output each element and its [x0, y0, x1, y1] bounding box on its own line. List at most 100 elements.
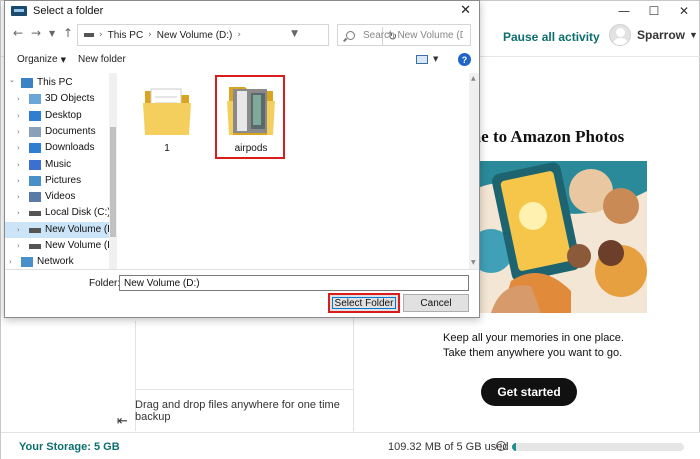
- nav-item-documents[interactable]: › Documents: [5, 124, 109, 140]
- minimize-icon[interactable]: —: [609, 1, 639, 21]
- folder-name-input[interactable]: [119, 275, 469, 291]
- breadcrumb-this-pc[interactable]: This PC: [108, 30, 144, 41]
- nav-item-videos[interactable]: › Videos: [5, 189, 109, 205]
- focus-ring: [332, 297, 396, 309]
- new-folder-button[interactable]: New folder: [78, 54, 126, 65]
- nav-item-desktop[interactable]: › Desktop: [5, 108, 109, 124]
- expand-right-icon[interactable]: ›: [17, 128, 20, 136]
- folder-icon: [143, 88, 191, 135]
- tagline-line-2: Take them anywhere you want to go.: [443, 347, 623, 359]
- welcome-heading: me to Amazon Photos: [467, 127, 625, 146]
- close-icon[interactable]: ✕: [460, 3, 471, 18]
- help-icon[interactable]: ?: [458, 53, 471, 66]
- up-arrow-icon[interactable]: ↑: [63, 26, 73, 40]
- cancel-button[interactable]: Cancel: [403, 294, 469, 312]
- pictures-icon: [29, 175, 41, 186]
- scroll-up-icon[interactable]: ▲: [471, 75, 476, 82]
- expand-right-icon[interactable]: ›: [17, 161, 20, 169]
- chevron-right-icon: ›: [148, 30, 152, 40]
- welcome-illustration: [471, 161, 647, 313]
- back-arrow-icon[interactable]: ←: [13, 26, 23, 40]
- folder-name: airpods: [234, 143, 268, 154]
- usage-text: 109.32 MB of 5 GB used: [388, 441, 509, 453]
- nav-pane-scrollbar[interactable]: [109, 73, 117, 269]
- chevron-down-icon: ▼: [689, 30, 698, 40]
- get-started-button[interactable]: Get started: [481, 378, 577, 406]
- organize-menu[interactable]: Organize ▼: [17, 54, 66, 65]
- expand-right-icon[interactable]: ›: [17, 112, 20, 120]
- search-icon: [346, 30, 355, 40]
- folder-row: Folder:: [5, 274, 479, 292]
- music-icon: [29, 159, 41, 170]
- maximize-icon[interactable]: ☐: [639, 1, 669, 21]
- nav-item-label: Videos: [45, 191, 76, 203]
- nav-item-label: Music: [45, 158, 72, 170]
- chevron-right-icon: ›: [99, 30, 103, 40]
- recent-locations-chevron-icon[interactable]: ▼: [49, 29, 55, 38]
- breadcrumb-new-volume[interactable]: New Volume (D:): [157, 30, 233, 41]
- search-box[interactable]: [337, 24, 471, 46]
- app-top-bar: Pause all activity Sparrow ▼: [481, 23, 700, 51]
- nav-item-new-volume-e[interactable]: › New Volume (E:): [5, 238, 109, 254]
- expand-right-icon[interactable]: ›: [17, 193, 20, 201]
- status-bar: Your Storage: 5 GB 109.32 MB of 5 GB use…: [1, 432, 700, 459]
- expand-right-icon[interactable]: ›: [17, 95, 20, 103]
- folder-item-airpods[interactable]: airpods: [219, 79, 283, 159]
- nav-item-new-volume-d[interactable]: › New Volume (D:: [5, 221, 109, 238]
- nav-item-label: Downloads: [45, 142, 95, 154]
- expand-right-icon[interactable]: ›: [17, 226, 20, 234]
- app-icon: [11, 6, 27, 16]
- scroll-down-icon[interactable]: ▼: [471, 259, 476, 266]
- folder-name: 1: [164, 143, 170, 154]
- file-list-pane: 1 airpods: [117, 73, 469, 269]
- close-icon[interactable]: ✕: [669, 1, 699, 21]
- select-folder-dialog: Select a folder ✕ ← → ▼ ↑ › This PC › Ne…: [4, 0, 480, 318]
- expand-right-icon[interactable]: ›: [17, 177, 20, 185]
- nav-item-local-disk-c[interactable]: › Local Disk (C:): [5, 205, 109, 221]
- dialog-title: Select a folder: [33, 5, 104, 17]
- chevron-down-icon[interactable]: ▼: [291, 29, 298, 39]
- scrollbar-thumb[interactable]: [110, 127, 116, 237]
- nav-item-pictures[interactable]: › Pictures: [5, 173, 109, 189]
- search-input[interactable]: [363, 29, 463, 41]
- nav-item-music[interactable]: › Music: [5, 157, 109, 173]
- address-bar[interactable]: › This PC › New Volume (D:) › ▼ ↻: [77, 24, 397, 46]
- storage-label: Your Storage: 5 GB: [19, 441, 120, 453]
- expand-right-icon[interactable]: ›: [17, 144, 20, 152]
- videos-icon: [29, 192, 41, 203]
- nav-item-label: Desktop: [45, 109, 82, 121]
- nav-item-3d-objects[interactable]: › 3D Objects: [5, 91, 109, 107]
- nav-item-network[interactable]: › Network: [5, 254, 109, 269]
- navigation-row: ← → ▼ ↑ › This PC › New Volume (D:) › ▼ …: [5, 23, 479, 47]
- folder-item-1[interactable]: 1: [135, 79, 199, 159]
- select-folder-button[interactable]: Select Folder: [328, 293, 400, 313]
- user-menu[interactable]: Sparrow ▼: [609, 24, 698, 46]
- navigation-pane: ⌄ This PC › 3D Objects › Desktop › Documents › Do…: [5, 73, 109, 269]
- expand-right-icon[interactable]: ›: [17, 242, 20, 250]
- chevron-down-icon: ▼: [60, 56, 66, 64]
- drive-icon: [29, 227, 41, 233]
- nav-item-downloads[interactable]: › Downloads: [5, 140, 109, 156]
- collapse-sidebar-icon[interactable]: ⇤: [117, 414, 128, 429]
- nav-item-label: This PC: [37, 77, 73, 88]
- file-pane-scrollbar[interactable]: ▲ ▼: [469, 73, 479, 269]
- nav-item-this-pc[interactable]: ⌄ This PC: [5, 75, 109, 91]
- documents-icon: [29, 126, 41, 137]
- dialog-toolbar: Organize ▼ New folder ▼ ?: [5, 50, 479, 70]
- nav-item-label: Network: [37, 256, 74, 268]
- forward-arrow-icon[interactable]: →: [31, 26, 41, 40]
- drop-zone[interactable]: Drag and drop files anywhere for one tim…: [135, 389, 353, 431]
- info-icon[interactable]: !: [496, 441, 506, 451]
- expand-right-icon[interactable]: ›: [9, 258, 12, 266]
- nav-item-label: Documents: [45, 125, 96, 137]
- pause-all-activity-button[interactable]: Pause all activity: [503, 30, 600, 44]
- view-options-icon[interactable]: [416, 55, 428, 64]
- user-name: Sparrow: [637, 28, 686, 42]
- chevron-down-icon[interactable]: ▼: [433, 55, 438, 63]
- expand-down-icon[interactable]: ⌄: [9, 76, 15, 84]
- cube-icon: [29, 94, 41, 105]
- nav-item-label: Pictures: [45, 174, 82, 186]
- nav-item-label: New Volume (E:): [45, 240, 109, 251]
- drive-icon: [84, 33, 94, 37]
- expand-right-icon[interactable]: ›: [17, 209, 20, 217]
